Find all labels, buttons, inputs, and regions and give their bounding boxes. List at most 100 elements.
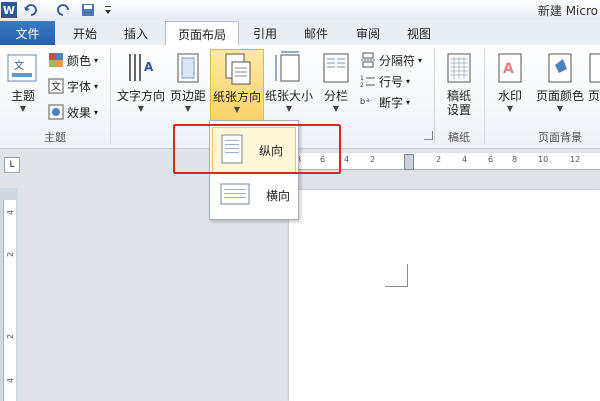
margins-label: 页边距 [169,89,206,103]
margins-button[interactable]: 页边距 ▼ [168,49,208,127]
ruler-tick: 8 [512,155,518,164]
line-numbers-button[interactable]: 12 行号 ▾ [360,72,410,90]
breaks-button[interactable]: 分隔符 ▾ [360,51,422,69]
ruler-tick: 4 [6,377,16,384]
svg-text:a-: a- [366,97,372,104]
document-title: 新建 Micro [537,4,598,18]
ruler-tick: 4 [6,209,16,216]
svg-text:A: A [144,60,154,74]
vertical-ruler-track: 4 2 2 4 [3,200,16,401]
text-direction-button[interactable]: A 文字方向 ▼ [116,49,166,127]
fonts-icon: 文 [48,78,64,94]
chevron-down-icon: ▼ [556,104,564,113]
manuscript-label-line1: 稿纸 [446,89,471,103]
undo-icon[interactable] [22,2,38,18]
page-background-group-label: 页面背景 [538,131,582,144]
customize-icon[interactable] [100,2,116,18]
tab-selector[interactable]: L [4,157,20,173]
group-separator [484,48,485,144]
page-borders-button[interactable]: 页 [588,49,600,127]
themes-icon: 文 [6,51,40,85]
title-bar: W 新建 Micro [0,0,600,21]
themes-label: 主题 [10,89,35,103]
landscape-label: 横向 [266,188,291,203]
tab-file[interactable]: 文件 [0,21,55,45]
svg-text:文: 文 [51,80,61,93]
svg-text:2: 2 [360,82,364,89]
orientation-icon [220,52,254,86]
chevron-down-icon: ▼ [137,104,145,113]
orientation-landscape-option[interactable]: 横向 [212,173,294,217]
hyphenation-button[interactable]: b a- 断字 ▾ [360,93,410,111]
breaks-label: 分隔符 [379,53,416,68]
themes-button[interactable]: 文 主题 ▼ [2,49,44,127]
tab-references[interactable]: 引用 [245,22,285,44]
line-numbers-icon: 12 [360,73,376,89]
ruler-tick: 6 [488,155,494,164]
ruler-tick: 2 [436,155,442,164]
indent-marker-icon[interactable] [404,154,414,170]
tab-insert[interactable]: 插入 [116,22,156,44]
dialog-launcher-icon[interactable] [424,131,433,140]
chevron-down-icon: ▼ [184,104,192,113]
chevron-down-icon: ▼ [332,104,340,113]
ruler-tick: 2 [370,155,376,164]
watermark-label: 水印 [497,89,522,103]
page-borders-label: 页 [588,89,600,103]
page-color-icon [543,51,577,85]
manuscript-group-label: 稿纸 [448,131,470,144]
word-app-icon[interactable]: W [1,2,17,18]
tab-mailings[interactable]: 邮件 [296,22,336,44]
orientation-button[interactable]: 纸张方向 ▼ [210,49,264,129]
size-icon [272,51,306,85]
svg-text:文: 文 [14,59,24,72]
size-button[interactable]: 纸张大小 ▼ [264,49,314,127]
columns-icon [319,51,353,85]
redo-icon[interactable] [56,2,72,18]
effects-icon [48,104,64,120]
page-color-button[interactable]: 页面颜色 ▼ [532,49,588,127]
columns-label: 分栏 [323,89,348,103]
chevron-down-icon: ▼ [19,104,27,113]
manuscript-icon [442,51,476,85]
margin-corner-mark [385,264,408,287]
columns-button[interactable]: 分栏 ▼ [318,49,354,127]
document-page[interactable] [289,190,600,401]
text-direction-label: 文字方向 [116,89,165,103]
size-label: 纸张大小 [264,89,313,103]
annotation-highlight-box [173,124,341,174]
ruler-tick: 12 [570,155,581,164]
breaks-icon [360,52,376,68]
theme-effects-label: 效果 [67,105,92,120]
save-icon[interactable] [80,2,96,18]
colors-icon [48,52,64,68]
ruler-tick: 2 [6,251,16,258]
chevron-down-icon: ▼ [233,105,241,114]
ruler-tick: 10 [538,155,549,164]
orientation-label: 纸张方向 [212,90,261,104]
tab-view[interactable]: 视图 [399,22,439,44]
page-borders-icon [588,51,600,85]
theme-fonts-label: 字体 [67,79,92,94]
chevron-down-icon: ▼ [285,104,293,113]
theme-colors-button[interactable]: 颜色 ▾ [48,51,98,69]
vertical-ruler[interactable]: 4 2 2 4 [0,188,18,401]
tab-home[interactable]: 开始 [65,22,105,44]
svg-text:b: b [360,97,365,106]
theme-effects-button[interactable]: 效果 ▾ [48,103,98,121]
watermark-button[interactable]: A 水印 ▼ [490,49,530,127]
tab-review[interactable]: 审阅 [348,22,388,44]
landscape-page-icon [220,183,250,208]
chevron-down-icon: ▼ [506,104,514,113]
hyphenation-icon: b a- [360,94,376,110]
theme-colors-label: 颜色 [67,53,92,68]
theme-fonts-button[interactable]: 文 字体 ▾ [48,77,98,95]
group-separator [110,48,111,144]
tab-page-layout[interactable]: 页面布局 [165,21,239,46]
manuscript-settings-button[interactable]: 稿纸 设置 [440,49,478,127]
svg-text:A: A [503,61,514,77]
hyphenation-label: 断字 [379,95,404,110]
ruler-tick: 4 [462,155,468,164]
watermark-icon: A [493,51,527,85]
ruler-tick: 4 [344,155,350,164]
